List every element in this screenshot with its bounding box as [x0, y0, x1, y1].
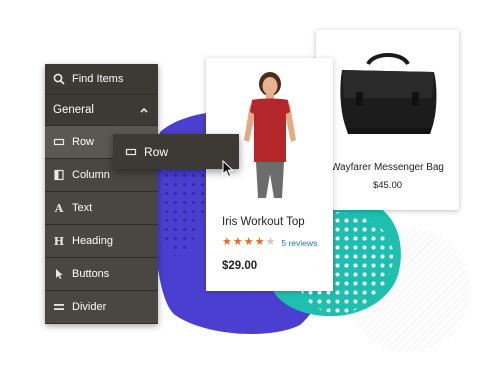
heading-icon: H: [53, 234, 65, 248]
find-items-search[interactable]: Find Items: [45, 64, 158, 95]
group-general-label: General: [53, 104, 94, 116]
panel-item-divider[interactable]: Divider: [45, 291, 158, 324]
rating-summary: ★ ★ ★ ★ ★ 5 reviews: [222, 237, 317, 248]
group-general-header[interactable]: General: [45, 95, 158, 126]
mouse-pointer-icon: [222, 160, 234, 178]
panel-item-label: Column: [72, 169, 110, 181]
reviews-link[interactable]: 5 reviews: [281, 238, 317, 248]
row-icon: [52, 135, 66, 149]
row-icon: [124, 145, 138, 159]
panel-item-label: Heading: [72, 235, 113, 247]
divider-icon: [52, 300, 66, 314]
product-name[interactable]: Iris Workout Top: [222, 216, 305, 228]
dragged-row-label: Row: [144, 144, 169, 159]
product-price: $29.00: [222, 260, 258, 272]
panel-item-buttons[interactable]: Buttons: [45, 258, 158, 291]
star-icon: ★: [265, 236, 276, 248]
find-items-label: Find Items: [72, 73, 124, 85]
page-builder-canvas: Find Items General Row Column A Text H H…: [0, 0, 500, 375]
elements-panel: Find Items General Row Column A Text H H…: [45, 64, 158, 324]
workout-top-model-image: [244, 72, 296, 198]
product-card-bag[interactable]: Wayfarer Messenger Bag $45.00: [316, 30, 459, 210]
star-icon: ★: [222, 236, 232, 248]
star-icon: ★: [232, 236, 243, 248]
column-icon: [52, 168, 66, 182]
messenger-bag-image: [340, 53, 437, 134]
panel-item-heading[interactable]: H Heading: [45, 225, 158, 258]
search-icon: [52, 72, 66, 86]
product-name[interactable]: Wayfarer Messenger Bag: [316, 162, 459, 173]
chevron-up-icon: [140, 107, 148, 113]
dragged-row-element[interactable]: Row: [113, 134, 239, 169]
star-icon: ★: [243, 236, 254, 248]
panel-item-label: Row: [72, 136, 95, 148]
panel-item-text[interactable]: A Text: [45, 192, 158, 225]
star-icon: ★: [254, 236, 265, 248]
product-price: $45.00: [372, 180, 403, 191]
text-icon: A: [54, 201, 64, 215]
panel-item-label: Text: [72, 202, 93, 214]
cursor-icon: [52, 267, 66, 281]
panel-item-label: Buttons: [72, 268, 110, 280]
panel-item-label: Divider: [72, 301, 107, 313]
